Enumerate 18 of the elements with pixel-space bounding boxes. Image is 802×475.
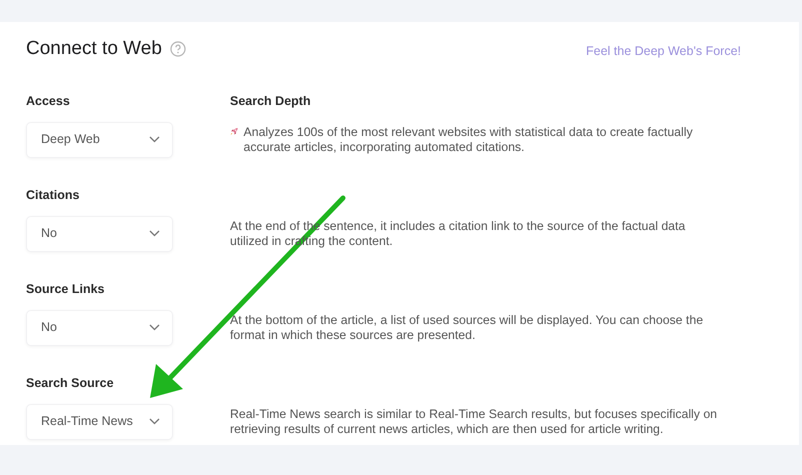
chevron-down-icon [149, 418, 160, 426]
field-label: Search Source [26, 375, 115, 392]
field-label: Source Links [26, 281, 106, 298]
select-dropdown[interactable]: Real-Time News [26, 404, 173, 440]
chevron-down-icon [149, 230, 160, 238]
chevron-down-icon [149, 136, 160, 144]
section-title: Connect to Web [26, 38, 162, 61]
field-description: Real-Time News search is similar to Real-Time Search results, but focuses specifically on retrieving results of current news articles, which are then used for article writing. [230, 406, 718, 437]
field-label: Access [26, 93, 71, 110]
field-description: At the bottom of the article, a list of used sources will be displayed. You can choose the format in which these sources are presented. [230, 312, 704, 343]
field-label: Citations [26, 187, 80, 204]
select-dropdown[interactable]: No [26, 310, 173, 346]
field-description: Analyzes 100s of the most relevant websites with statistical data to create factually accurate articles, incorporating automated citations. [244, 124, 694, 155]
select-dropdown[interactable]: No [26, 216, 173, 252]
help-icon[interactable] [170, 41, 186, 58]
field-heading: Search Depth [230, 93, 312, 110]
chevron-down-icon [149, 324, 160, 332]
select-dropdown[interactable]: Deep Web [26, 122, 173, 158]
